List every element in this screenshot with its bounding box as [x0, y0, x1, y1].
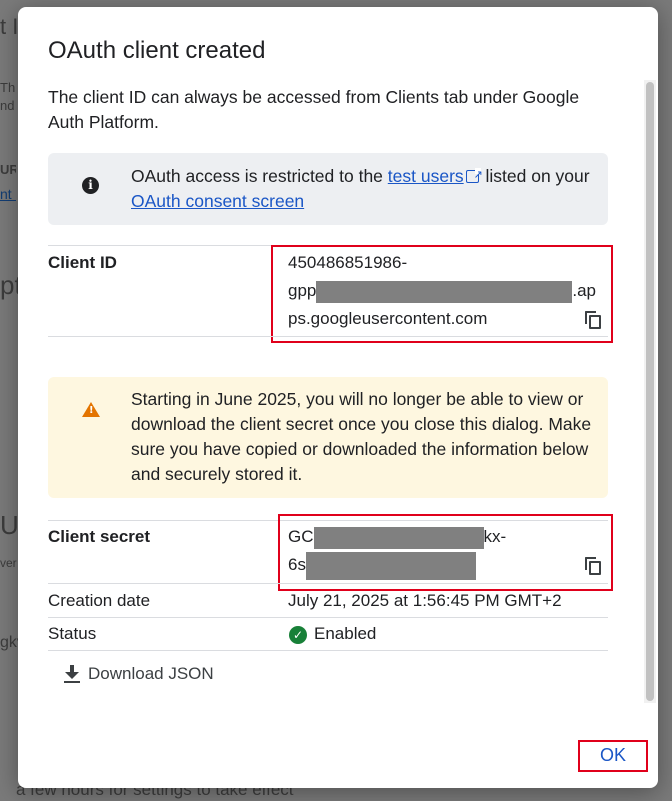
info-icon: i — [82, 177, 99, 194]
background-text: pt — [0, 270, 18, 300]
external-link-icon[interactable] — [465, 163, 483, 188]
background-text: t ID — [0, 14, 18, 39]
download-json-button[interactable]: Download JSON — [64, 659, 214, 689]
creation-date-value: July 21, 2025 at 1:56:45 PM GMT+2 — [288, 591, 562, 610]
test-users-link-label[interactable]: test users — [388, 166, 464, 186]
info-text-part: listed on your — [480, 166, 590, 186]
test-users-link[interactable]: test users — [388, 166, 464, 186]
background-text: U — [0, 510, 18, 540]
background-text: URI — [0, 162, 16, 177]
oauth-client-dialog: OAuth client created The client ID can a… — [18, 7, 658, 788]
status-value: Enabled — [314, 624, 377, 643]
download-json-label[interactable]: Download JSON — [88, 664, 214, 684]
check-circle-icon: ✓ — [289, 626, 307, 644]
creation-date-label: Creation date — [48, 591, 151, 610]
row-divider — [48, 650, 608, 651]
client-secret-label: Client secret — [48, 527, 151, 546]
row-divider — [48, 336, 608, 337]
info-banner-text: OAuth access is restricted to the test u… — [131, 163, 591, 214]
warning-text: Starting in June 2025, you will no longe… — [131, 389, 592, 484]
highlight-box — [578, 740, 648, 772]
scrollbar-thumb[interactable] — [646, 82, 654, 701]
download-icon — [64, 665, 80, 683]
warning-icon: ! — [82, 402, 100, 417]
dialog-intro-text: The client ID can always be accessed fro… — [48, 87, 580, 132]
dialog-scrollbar[interactable] — [644, 80, 656, 703]
info-text-part: OAuth access is restricted to the — [131, 166, 388, 186]
highlight-box — [271, 245, 613, 343]
row-divider — [48, 583, 608, 584]
warning-banner: ! Starting in June 2025, you will no lon… — [48, 377, 608, 498]
highlight-box — [278, 514, 613, 591]
row-divider — [48, 617, 608, 618]
dialog-title: OAuth client created — [48, 37, 266, 64]
background-text: nd — [0, 98, 15, 113]
background-text: gkv — [0, 634, 18, 651]
background-text: ver — [0, 556, 17, 570]
status-label: Status — [48, 624, 97, 643]
background-link: nt s — [0, 186, 16, 202]
oauth-consent-screen-link[interactable]: OAuth consent screen — [131, 191, 304, 211]
client-id-label: Client ID — [48, 253, 117, 272]
info-banner: i OAuth access is restricted to the test… — [48, 153, 608, 225]
background-text: Th — [0, 80, 16, 95]
